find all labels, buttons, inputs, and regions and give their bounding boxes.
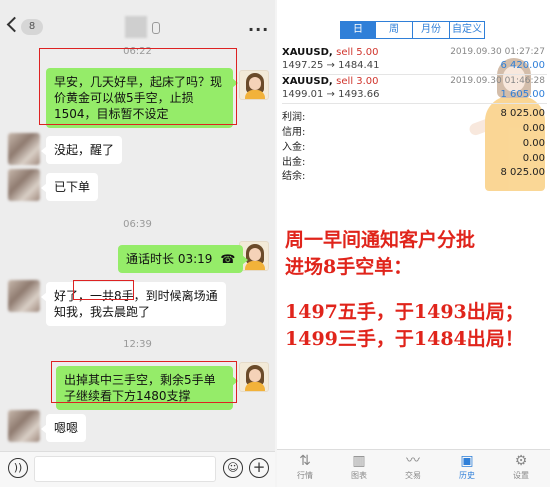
summary-balance: 结余: 8 025.00: [282, 167, 545, 182]
call-duration-message[interactable]: 通话时长 03:19 ☎: [118, 245, 249, 273]
timestamp: 12:39: [123, 339, 152, 350]
avatar[interactable]: [239, 362, 269, 392]
tab-trade[interactable]: 〰交易: [389, 452, 437, 486]
avatar[interactable]: [8, 410, 40, 442]
mute-icon: [152, 22, 160, 34]
unread-badge: 8: [21, 19, 43, 35]
summary-credit: 信用: 0.00: [282, 123, 545, 138]
avatar[interactable]: [8, 169, 40, 201]
trade-row[interactable]: XAUUSD, sell 3.00 2019.09.30 01:46:28 14…: [282, 74, 547, 104]
summary-withdrawal: 出金: 0.00: [282, 153, 545, 168]
summary-profit: 利润: 8 025.00: [282, 108, 545, 123]
chat-message-in[interactable]: 没起，醒了: [40, 136, 123, 164]
trade-symbol: XAUUSD, sell 5.00: [282, 47, 379, 58]
segment-custom[interactable]: 自定义: [449, 21, 485, 39]
quotes-icon: ⇅: [299, 453, 311, 469]
phone-icon: ☎: [220, 252, 236, 266]
trade-side: sell 5.00: [336, 47, 379, 58]
plus-icon[interactable]: +: [249, 458, 269, 478]
chat-panel: 8 ··· 06:22 早安，几天好早，起床了吗？现价黄金可以做5手空，止损15…: [0, 0, 275, 487]
trade-symbol: XAUUSD, sell 3.00: [282, 76, 379, 87]
timestamp: 06:39: [123, 219, 152, 230]
highlight-box: [51, 361, 237, 403]
chat-header: 8 ···: [0, 0, 275, 40]
trade-prices: 1497.25 → 1484.41: [282, 60, 380, 71]
trade-side: sell 3.00: [336, 76, 379, 87]
highlight-box: [39, 48, 237, 125]
highlight-box: [73, 280, 134, 300]
emoji-icon[interactable]: ☺: [223, 458, 243, 478]
more-icon[interactable]: ···: [248, 20, 269, 39]
trade-date: 2019.09.30 01:27:27: [450, 47, 545, 57]
back-button[interactable]: 8: [6, 16, 43, 39]
segment-day[interactable]: 日: [340, 21, 376, 39]
message-input[interactable]: [34, 456, 216, 482]
chevron-left-icon: [6, 16, 23, 33]
call-duration-text: 通话时长 03:19: [126, 252, 213, 266]
note-line: 周一早间通知客户分批: [285, 229, 476, 251]
settings-icon: ⚙: [514, 453, 528, 469]
trade-icon: 〰: [406, 453, 420, 469]
voice-icon[interactable]: )): [8, 458, 28, 478]
avatar[interactable]: [8, 133, 40, 165]
tab-chart[interactable]: ▥ 图表: [335, 452, 383, 486]
chat-title-blurred: [125, 16, 147, 38]
note-line: 进场8手空单：: [285, 256, 413, 278]
tab-settings[interactable]: ⚙ 设置: [497, 452, 545, 486]
summary-deposit: 入金: 0.00: [282, 138, 545, 153]
tab-quotes[interactable]: ⇅ 行情: [281, 452, 329, 486]
segment-month[interactable]: 月份: [412, 21, 450, 39]
segment-week[interactable]: 周: [375, 21, 413, 39]
note-line: 1499三手，于1484出局！: [285, 328, 524, 350]
chat-message-in[interactable]: 嗯嗯: [40, 414, 87, 442]
trade-date: 2019.09.30 01:46:28: [450, 76, 545, 86]
history-icon: ▣: [460, 453, 474, 469]
tab-history[interactable]: ▣ 历史: [443, 452, 491, 486]
avatar[interactable]: [239, 70, 269, 100]
chart-icon: ▥: [352, 453, 366, 469]
avatar[interactable]: [8, 280, 40, 312]
trade-profit: 1 605.00: [500, 89, 545, 100]
chat-message-in[interactable]: 已下单: [40, 173, 99, 201]
trade-row[interactable]: XAUUSD, sell 5.00 2019.09.30 01:27:27 14…: [282, 45, 547, 75]
trade-prices: 1499.01 → 1493.66: [282, 89, 380, 100]
note-line: 1497五手，于1493出局；: [285, 301, 524, 323]
trade-profit: 6 420.00: [500, 60, 545, 71]
